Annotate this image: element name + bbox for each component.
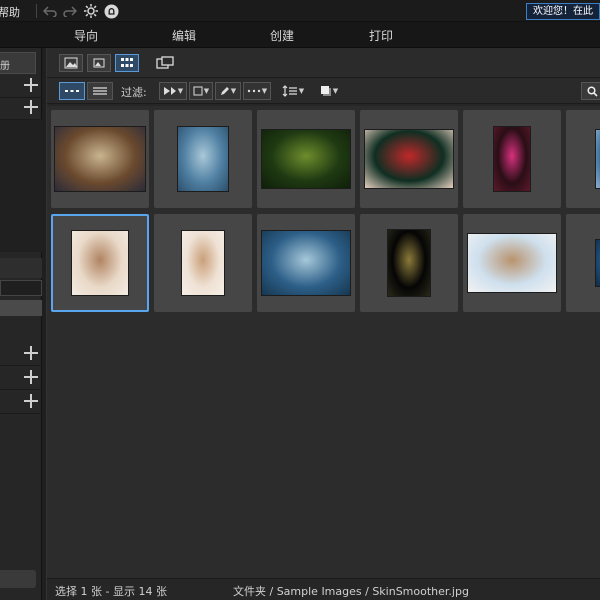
left-panel-row-5[interactable] (0, 392, 42, 414)
help-menu[interactable]: 帮助 (0, 4, 20, 20)
left-panel-section (0, 258, 42, 278)
add-icon[interactable] (24, 346, 38, 360)
thumbnail-image (177, 126, 229, 192)
notification-bell-icon[interactable] (103, 3, 119, 19)
left-panel-tree (0, 120, 42, 252)
thumbnail-image (595, 239, 600, 287)
left-panel-row-1[interactable] (0, 76, 42, 98)
undo-icon[interactable] (42, 3, 58, 19)
left-panel-field[interactable] (0, 280, 42, 296)
mode-create[interactable]: 创建 (270, 27, 294, 44)
more-filters-icon[interactable]: ▼ (243, 82, 271, 100)
title-toolbar: 帮助 欢迎您！在此 (0, 0, 600, 22)
thumbnail-woman-lying[interactable] (463, 214, 561, 312)
thumbnail-grid (47, 106, 600, 580)
thumbnail-image (261, 129, 351, 189)
thumbnail-dark-window[interactable] (360, 214, 458, 312)
thumbnail-clouds-partial[interactable] (566, 110, 600, 208)
filter-toolbar: 过滤: ▼ ▼ ▼ ▼ ▼ ▼ (47, 78, 600, 104)
thumbnail-image (467, 233, 557, 293)
list-view-icon[interactable] (87, 82, 113, 100)
current-file-path: 文件夹 / Sample Images / SkinSmoother.jpg (233, 585, 469, 598)
left-panel: 册 (0, 48, 42, 600)
redo-icon[interactable] (62, 3, 78, 19)
view-thumbnails-grid-icon[interactable] (115, 54, 139, 72)
left-panel-selected-item[interactable] (0, 300, 42, 316)
thumbnail-sea-rock-boat[interactable] (154, 110, 252, 208)
left-panel-row-2[interactable] (0, 98, 42, 120)
rating-filter-icon[interactable]: ▼ (189, 82, 213, 100)
view-preview-large-icon[interactable] (59, 54, 83, 72)
thumbnail-ocean-wave[interactable] (257, 214, 355, 312)
detail-view-icon[interactable] (59, 82, 85, 100)
compare-view-icon[interactable] (153, 54, 177, 72)
thumbnail-forest-sunlight[interactable] (257, 110, 355, 208)
settings-gear-icon[interactable] (83, 3, 99, 19)
sort-order-icon[interactable]: ▼ (279, 82, 307, 100)
add-icon[interactable] (24, 100, 38, 114)
thumbnail-image (493, 126, 531, 192)
thumbnail-woman-smiling-2[interactable] (154, 214, 252, 312)
flag-filter-icon[interactable]: ▼ (159, 82, 187, 100)
status-bar: 选择 1 张 - 显示 14 张 文件夹 / Sample Images / S… (47, 578, 600, 600)
thumbnail-image (71, 230, 129, 296)
view-toolbar (47, 48, 600, 78)
left-panel-tab[interactable]: 册 (0, 52, 36, 74)
left-panel-bottom-button[interactable] (0, 570, 36, 588)
mode-manage[interactable]: 导向 (74, 27, 98, 44)
left-panel-row-4[interactable] (0, 368, 42, 390)
browser-pane: 过滤: ▼ ▼ ▼ ▼ ▼ ▼ 选择 1 张 - 显示 14 张 文件夹 / S… (46, 48, 600, 600)
thumbnail-woman-smiling-1[interactable] (51, 214, 149, 312)
filter-label: 过滤: (121, 86, 147, 99)
view-preview-icon[interactable] (87, 54, 111, 72)
search-icon[interactable] (581, 82, 600, 100)
thumbnail-red-leaf-hand[interactable] (360, 110, 458, 208)
thumbnail-image (364, 129, 454, 189)
thumbnail-neon-storefront[interactable] (463, 110, 561, 208)
mode-edit[interactable]: 编辑 (172, 27, 196, 44)
thumbnail-image (181, 230, 225, 296)
thumbnail-wave-partial[interactable] (566, 214, 600, 312)
color-label-filter-icon[interactable]: ▼ (317, 82, 341, 100)
add-icon[interactable] (24, 370, 38, 384)
thumbnail-image (595, 129, 600, 189)
add-icon[interactable] (24, 394, 38, 408)
add-icon[interactable] (24, 78, 38, 92)
selection-count: 选择 1 张 - 显示 14 张 (55, 585, 167, 598)
thumbnail-basketball-player[interactable] (51, 110, 149, 208)
pen-filter-icon[interactable]: ▼ (215, 82, 241, 100)
mode-bar: 导向 编辑 创建 打印 (0, 22, 600, 48)
left-panel-row-3[interactable] (0, 344, 42, 366)
toolbar-separator (36, 4, 37, 18)
thumbnail-image (54, 126, 146, 192)
thumbnail-image (387, 229, 431, 297)
welcome-banner[interactable]: 欢迎您！在此 (526, 3, 600, 20)
mode-print[interactable]: 打印 (369, 27, 393, 44)
thumbnail-image (261, 230, 351, 296)
